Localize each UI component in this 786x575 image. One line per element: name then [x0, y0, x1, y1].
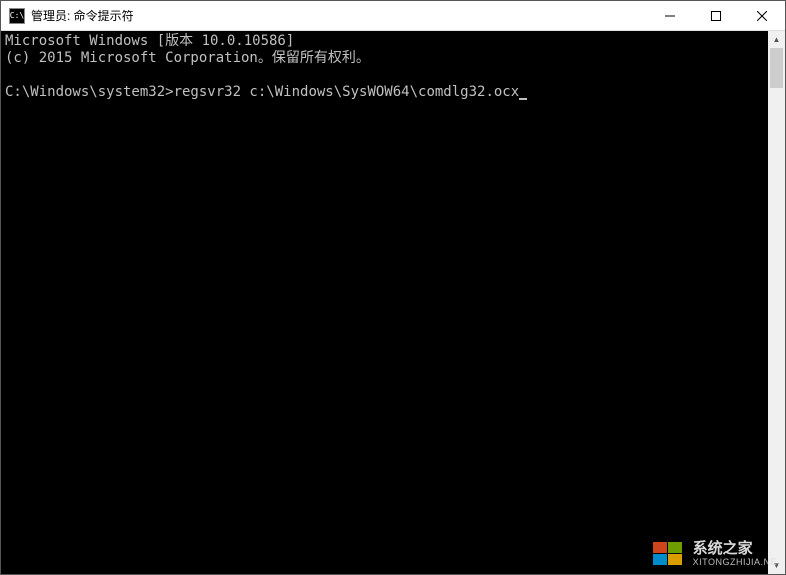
watermark: 系统之家 XITONGZHIJIA.NE	[651, 540, 777, 568]
console-prompt: C:\Windows\system32>	[5, 84, 174, 100]
titlebar[interactable]: C:\ 管理员: 命令提示符	[1, 1, 785, 31]
console-command: regsvr32 c:\Windows\SysWOW64\comdlg32.oc…	[174, 84, 520, 100]
console-line: Microsoft Windows [版本 10.0.10586]	[5, 33, 294, 49]
cmd-icon-text: C:\	[10, 11, 24, 20]
watermark-title: 系统之家	[693, 541, 777, 558]
watermark-logo-icon	[651, 540, 687, 568]
watermark-subtitle: XITONGZHIJIA.NE	[693, 557, 777, 567]
minimize-icon	[665, 11, 675, 21]
cmd-window: C:\ 管理员: 命令提示符 Microsoft Windows [版本 10.…	[0, 0, 786, 575]
watermark-text-group: 系统之家 XITONGZHIJIA.NE	[693, 541, 777, 568]
close-icon	[757, 11, 767, 21]
console-line: (c) 2015 Microsoft Corporation。保留所有权利。	[5, 50, 370, 66]
window-title: 管理员: 命令提示符	[31, 7, 647, 24]
scroll-up-button[interactable]: ▲	[768, 31, 785, 48]
console-body: Microsoft Windows [版本 10.0.10586] (c) 20…	[1, 31, 785, 574]
maximize-icon	[711, 11, 721, 21]
cmd-icon: C:\	[9, 8, 25, 24]
vertical-scrollbar[interactable]: ▲ ▼	[768, 31, 785, 574]
scroll-thumb[interactable]	[770, 48, 783, 88]
scroll-track[interactable]	[768, 48, 785, 557]
window-controls	[647, 1, 785, 30]
close-button[interactable]	[739, 1, 785, 30]
cursor	[519, 98, 527, 100]
maximize-button[interactable]	[693, 1, 739, 30]
minimize-button[interactable]	[647, 1, 693, 30]
console-output[interactable]: Microsoft Windows [版本 10.0.10586] (c) 20…	[1, 31, 768, 574]
